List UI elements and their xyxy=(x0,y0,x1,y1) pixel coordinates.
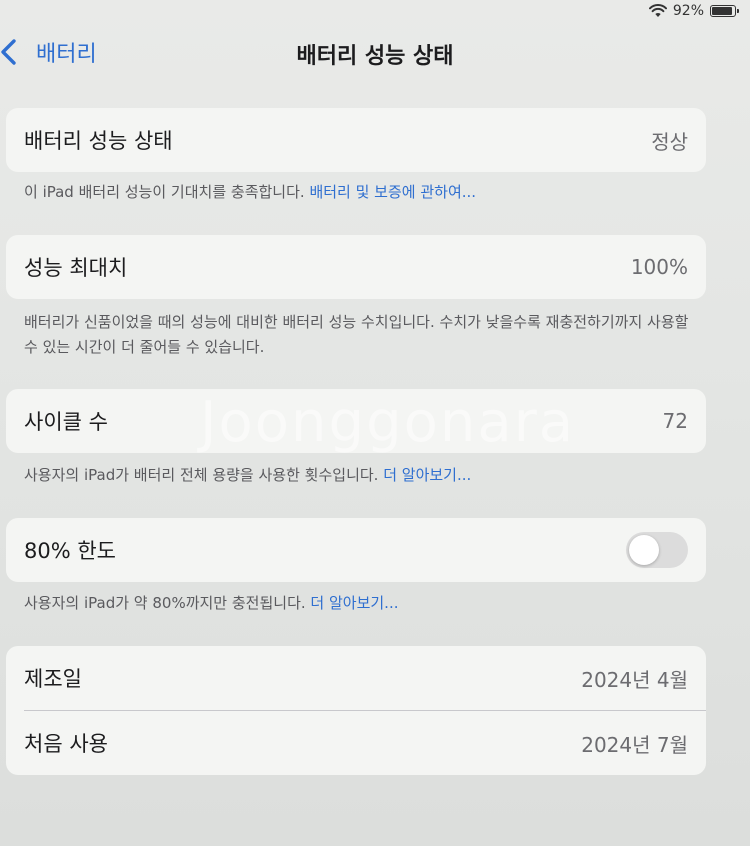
manufacture-date-row: 제조일 2024년 4월 xyxy=(6,646,706,710)
wifi-icon xyxy=(648,4,667,17)
battery-health-row: 배터리 성능 상태 정상 xyxy=(6,108,706,172)
nav-bar: 배터리 배터리 성능 상태 xyxy=(0,28,750,84)
first-use-row: 처음 사용 2024년 7월 xyxy=(6,711,706,775)
max-capacity-row: 성능 최대치 100% xyxy=(6,235,706,299)
charge-limit-label: 80% 한도 xyxy=(24,539,116,563)
max-capacity-footer: 배터리가 신품이었을 때의 성능에 대비한 배터리 성능 수치입니다. 수치가 … xyxy=(24,313,689,356)
cycle-count-group: 사이클 수 72 xyxy=(6,389,706,453)
dates-group: 제조일 2024년 4월 처음 사용 2024년 7월 xyxy=(6,646,706,775)
max-capacity-value: 100% xyxy=(630,255,688,279)
max-capacity-label: 성능 최대치 xyxy=(24,256,128,280)
first-use-value: 2024년 7월 xyxy=(581,732,688,757)
page-title: 배터리 성능 상태 xyxy=(296,44,454,69)
manufacture-date-value: 2024년 4월 xyxy=(581,667,688,692)
battery-health-group: 배터리 성능 상태 정상 xyxy=(6,108,706,172)
cycle-count-row: 사이클 수 72 xyxy=(6,389,706,453)
battery-percent: 92% xyxy=(672,3,704,19)
charge-limit-group: 80% 한도 xyxy=(6,518,706,582)
charge-limit-row: 80% 한도 xyxy=(6,518,706,582)
battery-health-value: 정상 xyxy=(651,129,688,154)
battery-icon xyxy=(710,5,739,17)
battery-health-footer-text: 이 iPad 배터리 성능이 기대치를 충족합니다. xyxy=(24,183,310,201)
max-capacity-group: 성능 최대치 100% xyxy=(6,235,706,299)
battery-health-footer: 이 iPad 배터리 성능이 기대치를 충족합니다. 배터리 및 보증에 관하여… xyxy=(24,180,704,205)
toggle-knob xyxy=(629,535,659,565)
battery-warranty-link[interactable]: 배터리 및 보증에 관하여... xyxy=(309,183,476,201)
charge-limit-footer-text: 사용자의 iPad가 약 80%까지만 충전됩니다. xyxy=(24,594,311,612)
cycle-count-learn-more-link[interactable]: 더 알아보기... xyxy=(383,466,471,484)
cycle-count-footer: 사용자의 iPad가 배터리 전체 용량을 사용한 횟수입니다. 더 알아보기.… xyxy=(24,463,704,488)
charge-limit-learn-more-link[interactable]: 더 알아보기... xyxy=(310,594,398,612)
cycle-count-footer-text: 사용자의 iPad가 배터리 전체 용량을 사용한 횟수입니다. xyxy=(24,466,384,484)
status-bar: 92% xyxy=(648,0,739,22)
cycle-count-label: 사이클 수 xyxy=(24,410,108,434)
first-use-label: 처음 사용 xyxy=(24,732,108,756)
battery-health-label: 배터리 성능 상태 xyxy=(24,129,173,153)
manufacture-date-label: 제조일 xyxy=(24,667,82,691)
cycle-count-value: 72 xyxy=(662,409,688,433)
battery-fill xyxy=(712,7,733,15)
charge-limit-footer: 사용자의 iPad가 약 80%까지만 충전됩니다. 더 알아보기... xyxy=(24,591,704,616)
charge-limit-toggle[interactable] xyxy=(626,532,688,568)
